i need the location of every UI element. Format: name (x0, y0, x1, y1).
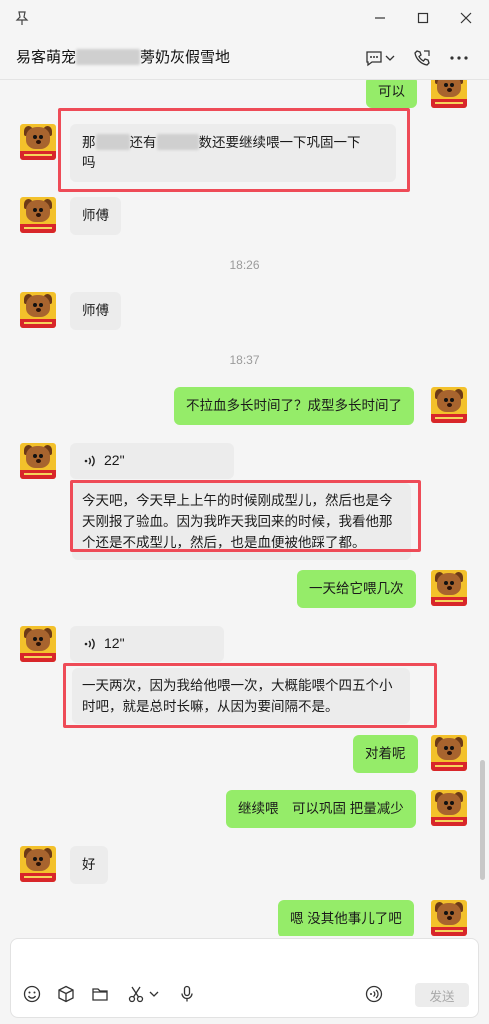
window-titlebar (0, 0, 489, 36)
message-text: 可以 (378, 84, 405, 99)
message-text: 好 (82, 857, 96, 872)
chat-header: 易客萌宠 蒡奶灰假雪地 (0, 36, 489, 80)
avatar-contact[interactable] (20, 443, 56, 479)
chat-title-suffix: 蒡奶灰假雪地 (140, 49, 231, 66)
voice-duration: 22" (104, 452, 125, 468)
send-button[interactable]: 发送 (415, 983, 469, 1007)
voice-input-icon[interactable] (363, 983, 385, 1005)
scrollbar[interactable] (480, 760, 485, 880)
timestamp: 18:26 (229, 258, 260, 272)
chat-title: 易客萌宠 蒡奶灰假雪地 (16, 46, 230, 67)
message-list[interactable]: 可以 那还有 数还要继续喂一下巩固一下吗 师傅 18:26 师傅 18:37 不拉… (0, 80, 489, 936)
voice-wave-icon (82, 453, 98, 469)
message-input-area[interactable]: 发送 (10, 938, 479, 1018)
avatar-self[interactable] (431, 80, 467, 108)
emoji-icon[interactable] (21, 983, 43, 1005)
voice-duration: 12" (104, 635, 125, 651)
message-text: 嗯 没其他事儿了吧 (290, 911, 402, 926)
voice-message[interactable]: 12" (70, 626, 224, 662)
message-text: 师傅 (82, 303, 109, 318)
message-text: 对着呢 (365, 746, 406, 761)
message-text: 继续喂 可以巩固 把量减少 (238, 801, 404, 816)
avatar-contact[interactable] (20, 197, 56, 233)
avatar-self[interactable] (431, 735, 467, 771)
avatar-self[interactable] (431, 387, 467, 423)
timestamp: 18:37 (229, 353, 260, 367)
avatar-self[interactable] (431, 570, 467, 606)
message-outgoing[interactable]: 一天给它喂几次 (297, 570, 416, 608)
chevron-down-icon[interactable] (147, 983, 161, 1005)
message-outgoing[interactable]: 嗯 没其他事儿了吧 (278, 900, 414, 936)
chevron-down-icon[interactable] (382, 46, 398, 70)
message-outgoing[interactable]: 继续喂 可以巩固 把量减少 (226, 790, 416, 828)
annotation-highlight (63, 663, 437, 728)
cube-icon[interactable] (55, 983, 77, 1005)
folder-icon[interactable] (89, 983, 111, 1005)
pin-icon[interactable] (14, 10, 30, 26)
maximize-icon[interactable] (413, 8, 433, 28)
redacted-text (76, 49, 141, 65)
message-outgoing[interactable]: 不拉血多长时间了？成型多长时间了 (174, 387, 414, 425)
message-outgoing[interactable]: 对着呢 (353, 735, 418, 773)
message-outgoing[interactable]: 可以 (366, 80, 417, 108)
message-text: 不拉血多长时间了？成型多长时间了 (186, 398, 402, 413)
message-incoming[interactable]: 师傅 (70, 292, 121, 330)
message-text: 一天给它喂几次 (309, 581, 404, 596)
scissors-icon[interactable] (125, 983, 147, 1005)
avatar-self[interactable] (431, 900, 467, 936)
avatar-contact[interactable] (20, 846, 56, 882)
microphone-icon[interactable] (176, 983, 198, 1005)
avatar-contact[interactable] (20, 626, 56, 662)
avatar-contact[interactable] (20, 124, 56, 160)
annotation-highlight (58, 108, 410, 192)
minimize-icon[interactable] (370, 8, 390, 28)
voice-message[interactable]: 22" (70, 443, 234, 479)
annotation-highlight (70, 480, 421, 552)
message-incoming[interactable]: 好 (70, 846, 108, 884)
avatar-self[interactable] (431, 790, 467, 826)
message-text: 师傅 (82, 208, 109, 223)
more-icon[interactable] (447, 46, 471, 70)
phone-icon[interactable] (410, 46, 434, 70)
avatar-contact[interactable] (20, 292, 56, 328)
voice-wave-icon (82, 636, 98, 652)
close-icon[interactable] (456, 8, 476, 28)
chat-title-prefix: 易客萌宠 (16, 49, 77, 66)
message-incoming[interactable]: 师傅 (70, 197, 121, 235)
